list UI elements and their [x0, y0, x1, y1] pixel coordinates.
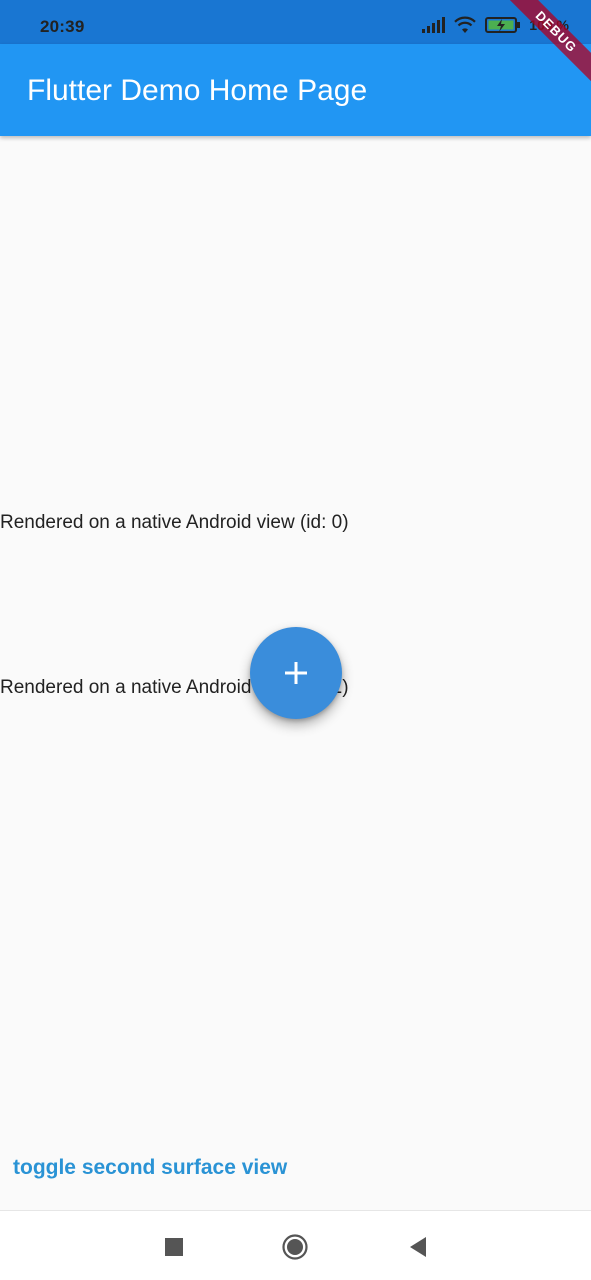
add-fab-button[interactable]: [250, 627, 342, 719]
status-icons: 100 %: [421, 16, 569, 34]
native-view-0-label: Rendered on a native Android view (id: 0…: [0, 512, 349, 533]
toggle-second-surface-button[interactable]: toggle second surface view: [13, 1156, 287, 1180]
screen: 20:39 100 % DEBUG Flutter Demo Home Page…: [0, 0, 591, 1280]
plus-icon: [285, 662, 307, 684]
recents-icon: [165, 1238, 183, 1256]
battery-charging-icon: [485, 17, 521, 33]
back-icon: [410, 1237, 426, 1257]
home-icon: [282, 1234, 308, 1260]
recents-button[interactable]: [160, 1233, 188, 1261]
app-bar: Flutter Demo Home Page: [0, 44, 591, 136]
status-time: 20:39: [40, 17, 85, 36]
back-button[interactable]: [404, 1233, 432, 1261]
wifi-icon: [454, 16, 477, 33]
app-title: Flutter Demo Home Page: [27, 74, 368, 107]
battery-percentage: 100 %: [529, 17, 569, 33]
signal-icon: [422, 17, 446, 33]
home-button[interactable]: [281, 1233, 309, 1261]
navigation-bar: [0, 1210, 591, 1280]
status-bar: 20:39 100 %: [0, 0, 591, 44]
